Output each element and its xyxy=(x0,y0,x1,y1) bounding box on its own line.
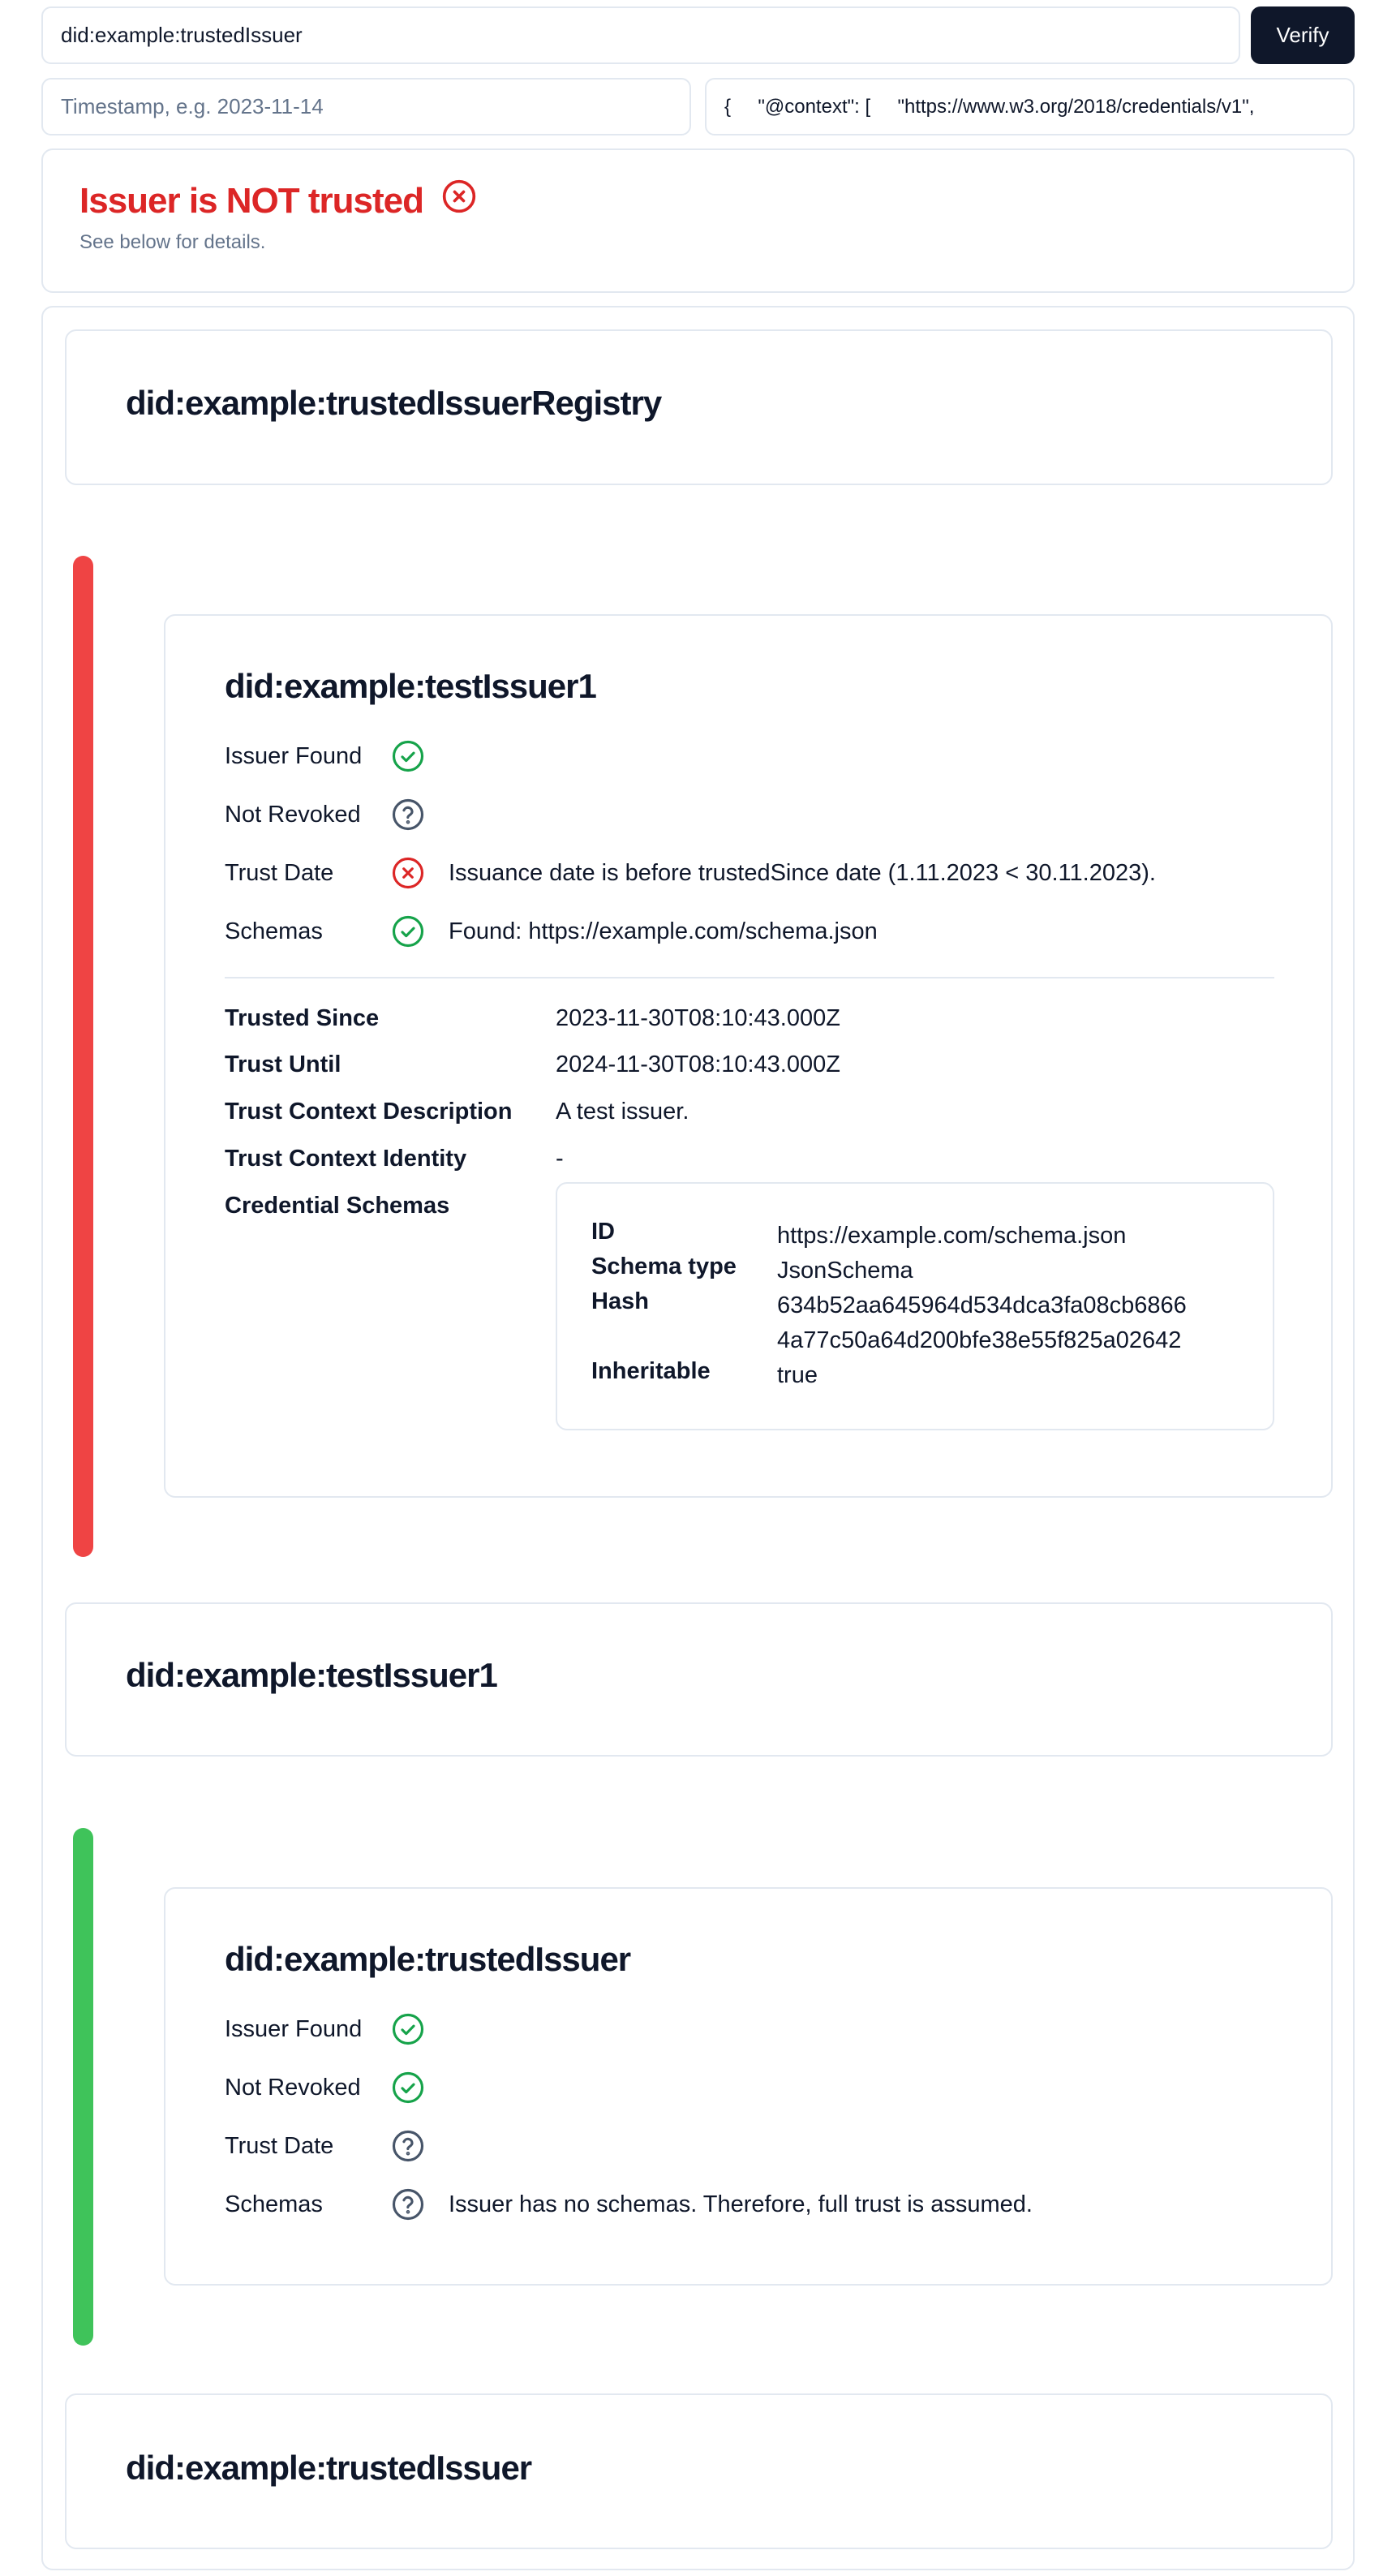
issuer-detail-card-testissuer1: did:example:testIssuer1 Issuer Found Not… xyxy=(164,614,1333,1498)
schema-type-row: Schema type JsonSchema xyxy=(591,1254,913,1288)
schema-hash-value: 634b52aa645964d534dca3fa08cb6866 4a77c50… xyxy=(777,1288,1187,1358)
schema-value: true xyxy=(777,1362,818,1388)
check-circle-icon xyxy=(390,2070,426,2105)
issuer-detail-title: did:example:testIssuer1 xyxy=(225,667,597,705)
detail-trust-context-description: Trust Context Description A test issuer. xyxy=(225,1099,689,1125)
detail-label: Trust Context Description xyxy=(225,1099,513,1125)
issuer-did-value: did:example:trustedIssuer xyxy=(61,23,303,47)
verification-status-card: Issuer is NOT trusted See below for deta… xyxy=(41,148,1355,293)
check-label: Not Revoked xyxy=(225,2074,361,2101)
detail-trust-until: Trust Until 2024-11-30T08:10:43.000Z xyxy=(225,1051,840,1078)
node-card-registry: did:example:trustedIssuerRegistry xyxy=(65,329,1333,485)
check-label: Schemas xyxy=(225,918,323,944)
node-title: did:example:testIssuer1 xyxy=(126,1656,498,1694)
issuer-did-input[interactable]: did:example:trustedIssuer xyxy=(41,6,1240,64)
detail-label: Trusted Since xyxy=(225,1005,380,1031)
check-label: Issuer Found xyxy=(225,2015,363,2042)
check-message: Issuance date is before trustedSince dat… xyxy=(449,859,1156,886)
check-schemas: Schemas Found: https://example.com/schem… xyxy=(225,914,878,949)
check-label: Issuer Found xyxy=(225,742,363,769)
divider xyxy=(225,977,1274,978)
schema-label: ID xyxy=(591,1219,615,1245)
check-not-revoked: Not Revoked xyxy=(225,2070,449,2105)
check-label: Trust Date xyxy=(225,859,334,886)
detail-label: Credential Schemas xyxy=(225,1193,450,1219)
check-label: Not Revoked xyxy=(225,801,361,828)
detail-label: Trust Context Identity xyxy=(225,1146,467,1172)
check-circle-icon xyxy=(390,2011,426,2047)
check-circle-icon xyxy=(390,738,426,774)
check-label: Schemas xyxy=(225,2191,323,2217)
detail-value: 2023-11-30T08:10:43.000Z xyxy=(556,1005,840,1031)
check-issuer-found: Issuer Found xyxy=(225,2011,449,2047)
detail-trust-context-identity: Trust Context Identity - xyxy=(225,1146,564,1172)
pass-indicator-bar xyxy=(73,1828,93,2346)
schema-hash-row: Hash 634b52aa645964d534dca3fa08cb6866 4a… xyxy=(591,1288,1187,1358)
detail-label: Trust Until xyxy=(225,1051,341,1077)
detail-credential-schemas: Credential Schemas xyxy=(225,1193,556,1219)
fail-indicator-bar xyxy=(73,556,93,1557)
verify-button[interactable]: Verify xyxy=(1251,6,1355,64)
check-circle-icon xyxy=(390,914,426,949)
check-message: Issuer has no schemas. Therefore, full t… xyxy=(449,2191,1033,2217)
check-schemas: Schemas Issuer has no schemas. Therefore… xyxy=(225,2187,1033,2222)
node-card-testissuer1: did:example:testIssuer1 xyxy=(65,1602,1333,1757)
schema-id-row: ID https://example.com/schema.json xyxy=(591,1219,1126,1254)
x-circle-icon xyxy=(441,178,477,223)
status-heading: Issuer is NOT trusted xyxy=(79,178,477,223)
page: did:example:trustedIssuer Verify Timesta… xyxy=(0,0,1396,2576)
schema-inheritable-row: Inheritable true xyxy=(591,1358,818,1393)
check-label: Trust Date xyxy=(225,2132,334,2159)
schema-hash-line: 4a77c50a64d200bfe38e55f825a02642 xyxy=(777,1327,1182,1353)
question-circle-icon xyxy=(390,2128,426,2164)
x-circle-icon xyxy=(390,855,426,891)
node-title: did:example:trustedIssuerRegistry xyxy=(126,384,662,422)
check-trust-date: Trust Date xyxy=(225,2128,449,2164)
trust-chain-container: did:example:trustedIssuerRegistry did:ex… xyxy=(41,306,1355,2570)
detail-value: - xyxy=(556,1146,564,1172)
question-circle-icon xyxy=(390,2187,426,2222)
check-message: Found: https://example.com/schema.json xyxy=(449,918,878,944)
credential-schema-card: ID https://example.com/schema.json Schem… xyxy=(556,1182,1274,1430)
issuer-detail-title: did:example:trustedIssuer xyxy=(225,1940,631,1978)
detail-trusted-since: Trusted Since 2023-11-30T08:10:43.000Z xyxy=(225,1005,840,1032)
question-circle-icon xyxy=(390,797,426,832)
check-not-revoked: Not Revoked xyxy=(225,797,449,832)
timestamp-input[interactable]: Timestamp, e.g. 2023-11-14 xyxy=(41,78,691,135)
check-issuer-found: Issuer Found xyxy=(225,738,449,774)
schema-value: https://example.com/schema.json xyxy=(777,1223,1127,1249)
credential-json-value: { "@context": [ "https://www.w3.org/2018… xyxy=(724,95,1255,118)
schema-hash-line: 634b52aa645964d534dca3fa08cb6866 xyxy=(777,1292,1187,1318)
schema-label: Hash xyxy=(591,1288,649,1314)
issuer-detail-card-trustedissuer: did:example:trustedIssuer Issuer Found N… xyxy=(164,1887,1333,2286)
status-subtitle: See below for details. xyxy=(79,231,266,253)
check-trust-date: Trust Date Issuance date is before trust… xyxy=(225,855,1156,891)
detail-value: A test issuer. xyxy=(556,1099,689,1125)
credential-json-input[interactable]: { "@context": [ "https://www.w3.org/2018… xyxy=(705,78,1355,135)
node-title: did:example:trustedIssuer xyxy=(126,2449,532,2487)
node-card-trustedissuer: did:example:trustedIssuer xyxy=(65,2393,1333,2549)
detail-value: 2024-11-30T08:10:43.000Z xyxy=(556,1051,840,1077)
timestamp-placeholder: Timestamp, e.g. 2023-11-14 xyxy=(61,94,324,118)
schema-label: Schema type xyxy=(591,1254,737,1279)
schema-value: JsonSchema xyxy=(777,1258,913,1284)
schema-label: Inheritable xyxy=(591,1358,711,1384)
status-title: Issuer is NOT trusted xyxy=(79,180,424,221)
